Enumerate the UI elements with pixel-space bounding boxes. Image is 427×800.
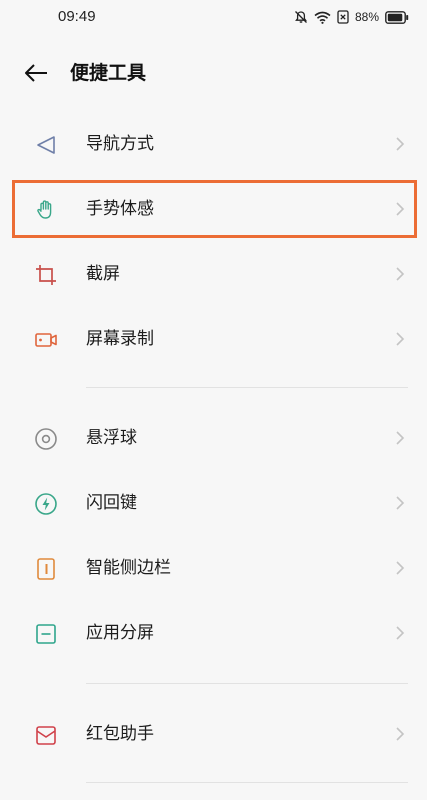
list-item-label: 红包助手 [86,724,154,744]
chevron-right-icon [396,626,405,640]
battery-icon [385,10,409,24]
list-item-screen-record[interactable]: 屏幕录制 [0,307,427,371]
list-item-label: 悬浮球 [86,428,137,448]
floating-ball-icon [35,428,57,450]
list-item-label: 导航方式 [86,134,154,154]
list-item-label: 手势体感 [86,199,154,219]
screen-record-icon [35,333,57,347]
hand-gesture-icon [37,200,52,219]
page-title: 便捷工具 [70,62,147,84]
list-item-label: 截屏 [86,264,120,284]
list-item-label: 屏幕录制 [86,329,154,349]
bell-off-icon [295,11,307,23]
flash-back-icon [35,493,57,515]
split-screen-icon [36,624,56,644]
list-item-label: 闪回键 [86,493,137,513]
chevron-right-icon [396,137,405,151]
status-bar: 09:49 88% [0,0,427,34]
chevron-right-icon [396,496,405,510]
chevron-right-icon [396,267,405,281]
header: 便捷工具 [0,52,427,96]
chevron-right-icon [396,332,405,346]
list-item-split-screen[interactable]: 应用分屏 [0,601,427,665]
red-envelope-icon [36,726,56,745]
list-item-red-envelope[interactable]: 红包助手 [0,702,427,766]
smart-sidebar-icon [37,558,55,580]
list-item-label: 智能侧边栏 [86,558,171,578]
chevron-right-icon [396,431,405,445]
list-item-navigation[interactable]: 导航方式 [0,112,427,176]
list-item-floating-ball[interactable]: 悬浮球 [0,406,427,470]
status-icons: 88% [294,8,409,26]
back-button[interactable] [22,60,52,86]
list-item-gesture[interactable]: 手势体感 [0,177,427,241]
section-divider [86,782,408,783]
list-item-smart-sidebar[interactable]: 智能侧边栏 [0,536,427,600]
chevron-right-icon [396,561,405,575]
navigation-triangle-icon [37,136,55,154]
sim-icon [337,10,349,24]
status-time: 09:49 [58,8,96,25]
wifi-icon [314,11,331,24]
list-item-flash-back[interactable]: 闪回键 [0,471,427,535]
crop-screenshot-icon [36,265,56,285]
back-arrow-icon [25,64,47,82]
section-divider [86,387,408,388]
list-item-label: 应用分屏 [86,623,154,643]
battery-percent: 88% [354,10,379,24]
section-divider [86,683,408,684]
list-item-screenshot[interactable]: 截屏 [0,242,427,306]
chevron-right-icon [396,202,405,216]
chevron-right-icon [396,727,405,741]
